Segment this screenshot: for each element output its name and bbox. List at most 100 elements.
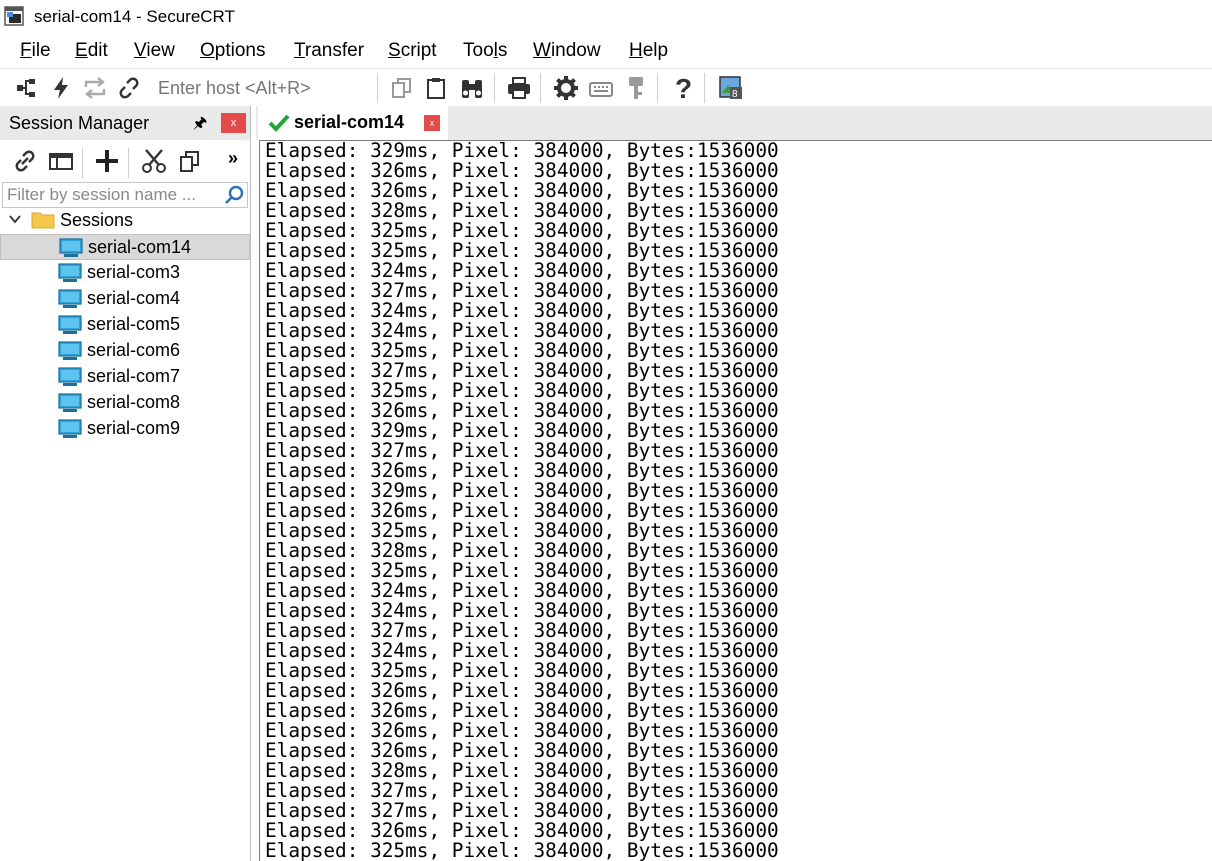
toolbar-separator: [704, 73, 705, 103]
close-session-manager-button[interactable]: x: [221, 113, 246, 133]
close-tab-button[interactable]: x: [424, 115, 440, 131]
connect-tree-icon[interactable]: [12, 73, 42, 103]
terminal-line: Elapsed: 325ms, Pixel: 384000, Bytes:153…: [265, 519, 779, 542]
key-icon[interactable]: [621, 73, 651, 103]
keymap-keyboard-icon[interactable]: [586, 73, 616, 103]
enter-host-input[interactable]: [152, 75, 384, 101]
terminal-line: Elapsed: 327ms, Pixel: 384000, Bytes:153…: [265, 619, 779, 642]
session-manager-title: Session Manager: [9, 113, 150, 133]
toolbar-separator: [128, 148, 129, 178]
session-label: serial-com4: [87, 288, 181, 308]
terminal-line: Elapsed: 326ms, Pixel: 384000, Bytes:153…: [265, 399, 779, 422]
menu-options[interactable]: Options: [200, 40, 265, 62]
session-manager-panel: Session Manager 🖈 x » Filter by session …: [0, 106, 251, 861]
session-item-serial-com4[interactable]: serial-com4: [0, 286, 250, 312]
terminal-line: Elapsed: 327ms, Pixel: 384000, Bytes:153…: [265, 799, 779, 822]
terminal-line: Elapsed: 326ms, Pixel: 384000, Bytes:153…: [265, 819, 779, 842]
session-tab-bar: serial-com14 x: [256, 106, 1212, 140]
menu-edit[interactable]: Edit: [75, 40, 108, 62]
terminal-line: Elapsed: 324ms, Pixel: 384000, Bytes:153…: [265, 259, 779, 282]
session-manager-toolbar: »: [0, 140, 250, 182]
session-manager-header: Session Manager 🖈 x: [0, 106, 250, 140]
terminal-line: Elapsed: 326ms, Pixel: 384000, Bytes:153…: [265, 179, 779, 202]
menu-tools[interactable]: Tools: [463, 40, 507, 62]
securecrt-app-icon: [4, 6, 24, 26]
sessions-folder[interactable]: Sessions: [0, 208, 250, 234]
session-item-serial-com14[interactable]: serial-com14: [0, 234, 250, 260]
sftp-image-icon[interactable]: 8: [716, 73, 746, 103]
svg-text:8: 8: [732, 89, 738, 100]
search-icon[interactable]: [223, 184, 245, 206]
session-item-serial-com3[interactable]: serial-com3: [0, 260, 250, 286]
terminal-line: Elapsed: 324ms, Pixel: 384000, Bytes:153…: [265, 599, 779, 622]
paste-icon[interactable]: [421, 73, 451, 103]
svg-text:?: ?: [675, 74, 692, 102]
toolbar-separator: [657, 73, 658, 103]
settings-gear-icon[interactable]: [551, 73, 581, 103]
session-label: serial-com8: [87, 392, 181, 412]
monitor-icon: [59, 238, 83, 258]
pin-icon[interactable]: 🖈: [190, 112, 210, 134]
connect-in-tab-icon[interactable]: [46, 146, 76, 176]
print-icon[interactable]: [504, 73, 534, 103]
chevron-down-icon[interactable]: [8, 212, 22, 226]
window-title: serial-com14 - SecureCRT: [34, 7, 235, 26]
session-item-serial-com7[interactable]: serial-com7: [0, 364, 250, 390]
session-item-serial-com9[interactable]: serial-com9: [0, 416, 250, 442]
terminal-line: Elapsed: 328ms, Pixel: 384000, Bytes:153…: [265, 759, 779, 782]
monitor-icon: [58, 419, 82, 439]
terminal-output[interactable]: Elapsed: 329ms, Pixel: 384000, Bytes:153…: [259, 140, 1212, 861]
menu-window[interactable]: Window: [533, 40, 601, 62]
connected-check-icon: [268, 113, 290, 133]
folder-icon: [31, 211, 55, 229]
disconnect-link-icon[interactable]: [114, 73, 144, 103]
menu-view[interactable]: View: [134, 40, 175, 62]
menu-script[interactable]: Script: [388, 40, 437, 62]
monitor-icon: [58, 367, 82, 387]
session-label: serial-com6: [87, 340, 181, 360]
copy-session-icon[interactable]: [175, 146, 205, 176]
terminal-line: Elapsed: 328ms, Pixel: 384000, Bytes:153…: [265, 539, 779, 562]
menu-file[interactable]: File: [20, 40, 51, 62]
session-item-serial-com6[interactable]: serial-com6: [0, 338, 250, 364]
quick-connect-lightning-icon[interactable]: [46, 73, 76, 103]
session-filter-box: [2, 182, 248, 208]
terminal-line: Elapsed: 326ms, Pixel: 384000, Bytes:153…: [265, 739, 779, 762]
terminal-line: Elapsed: 329ms, Pixel: 384000, Bytes:153…: [265, 419, 779, 442]
tab-label: serial-com14: [294, 112, 405, 132]
terminal-line: Elapsed: 325ms, Pixel: 384000, Bytes:153…: [265, 239, 779, 262]
terminal-line: Elapsed: 324ms, Pixel: 384000, Bytes:153…: [265, 299, 779, 322]
copy-icon[interactable]: [387, 73, 417, 103]
terminal-line: Elapsed: 326ms, Pixel: 384000, Bytes:153…: [265, 699, 779, 722]
more-tools-chevron-icon[interactable]: »: [228, 148, 238, 169]
find-binoculars-icon[interactable]: [457, 73, 487, 103]
menu-help[interactable]: Help: [629, 40, 668, 62]
terminal-line: Elapsed: 329ms, Pixel: 384000, Bytes:153…: [265, 479, 779, 502]
help-question-icon[interactable]: ?: [668, 73, 698, 103]
terminal-line: Elapsed: 327ms, Pixel: 384000, Bytes:153…: [265, 279, 779, 302]
add-session-plus-icon[interactable]: [92, 146, 122, 176]
connect-link-icon[interactable]: [10, 146, 40, 176]
session-item-serial-com8[interactable]: serial-com8: [0, 390, 250, 416]
monitor-icon: [58, 315, 82, 335]
terminal-line: Elapsed: 328ms, Pixel: 384000, Bytes:153…: [265, 199, 779, 222]
session-label: serial-com3: [87, 262, 181, 282]
session-label: serial-com7: [87, 366, 181, 386]
monitor-icon: [58, 289, 82, 309]
tab-serial-com14[interactable]: serial-com14 x: [258, 106, 448, 140]
terminal-line: Elapsed: 325ms, Pixel: 384000, Bytes:153…: [265, 219, 779, 242]
title-bar: serial-com14 - SecureCRT: [0, 0, 1212, 34]
terminal-line: Elapsed: 326ms, Pixel: 384000, Bytes:153…: [265, 719, 779, 742]
terminal-line: Elapsed: 327ms, Pixel: 384000, Bytes:153…: [265, 439, 779, 462]
terminal-line: Elapsed: 325ms, Pixel: 384000, Bytes:153…: [265, 839, 779, 861]
menu-transfer[interactable]: Transfer: [294, 40, 364, 62]
reconnect-icon[interactable]: [80, 73, 110, 103]
session-item-serial-com5[interactable]: serial-com5: [0, 312, 250, 338]
toolbar-separator: [494, 73, 495, 103]
cut-scissors-icon[interactable]: [139, 146, 169, 176]
session-label: serial-com14: [88, 237, 192, 257]
session-filter-input[interactable]: [5, 185, 219, 205]
monitor-icon: [58, 341, 82, 361]
terminal-line: Elapsed: 329ms, Pixel: 384000, Bytes:153…: [265, 140, 779, 162]
terminal-line: Elapsed: 324ms, Pixel: 384000, Bytes:153…: [265, 319, 779, 342]
